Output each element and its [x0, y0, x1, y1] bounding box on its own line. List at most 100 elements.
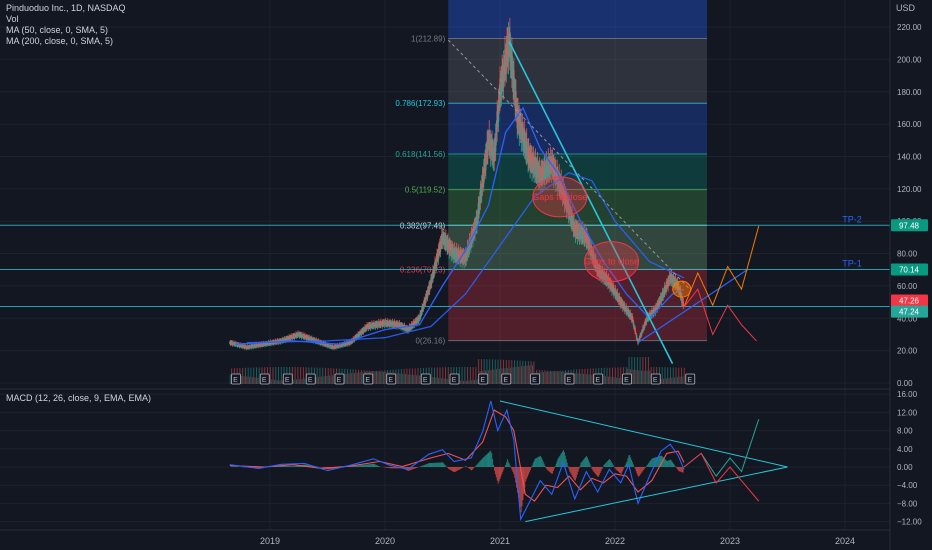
macd-histogram-bar	[364, 464, 366, 467]
macd-histogram-bar	[585, 457, 586, 467]
volume-bar	[634, 357, 636, 384]
macd-histogram-bar	[609, 460, 611, 467]
volume-bar	[646, 370, 648, 384]
volume-bar	[293, 379, 295, 384]
volume-bar	[578, 369, 580, 384]
macd-histogram-bar	[494, 467, 496, 475]
macd-histogram-bar	[593, 467, 595, 472]
macd-histogram-bar	[546, 467, 548, 470]
volume-bar	[436, 367, 438, 384]
macd-histogram-bar	[666, 461, 668, 467]
indicator-ma200[interactable]: MA (200, close, 0, SMA, 5)	[6, 36, 126, 47]
volume-bar	[585, 374, 587, 384]
macd-histogram-bar	[448, 467, 450, 470]
volume-bar	[418, 375, 420, 384]
macd-histogram-bar	[542, 461, 544, 467]
macd-histogram-bar	[640, 467, 642, 475]
volume-bar	[410, 374, 412, 384]
macd-histogram-bar	[287, 465, 288, 467]
volume-bar	[515, 366, 517, 384]
macd-histogram-bar	[651, 458, 653, 467]
macd-histogram-bar	[292, 466, 294, 467]
macd-histogram-bar	[469, 467, 471, 469]
macd-histogram-bar	[567, 465, 569, 467]
macd-histogram-bar	[465, 466, 467, 467]
volume-bar	[319, 367, 321, 384]
macd-histogram-bar	[543, 463, 545, 467]
price-axis-tick: 160.00	[897, 120, 922, 129]
macd-histogram-bar	[519, 467, 521, 508]
macd-histogram-bar	[505, 464, 506, 467]
macd-histogram-bar	[594, 467, 596, 473]
volume-bar	[469, 367, 471, 384]
macd-histogram-bar	[526, 467, 528, 480]
indicator-vol[interactable]: Vol	[6, 14, 126, 25]
macd-histogram-bar	[666, 460, 667, 467]
volume-bar	[402, 373, 404, 384]
volume-bar	[300, 367, 302, 384]
macd-histogram-bar	[450, 467, 452, 471]
macd-histogram-bar	[366, 464, 368, 467]
macd-histogram-bar	[357, 465, 359, 467]
price-axis-tick: 220.00	[897, 23, 922, 32]
volume-bar	[609, 367, 611, 384]
macd-histogram-bar	[574, 467, 576, 481]
macd-histogram-bar	[524, 467, 526, 488]
macd-histogram-bar	[233, 466, 235, 467]
volume-bar	[344, 368, 346, 384]
macd-histogram-bar	[499, 467, 501, 479]
time-axis-tick: 2022	[605, 536, 625, 546]
macd-histogram-bar	[322, 467, 324, 468]
indicator-ma50[interactable]: MA (50, close, 0, SMA, 5)	[6, 25, 126, 36]
macd-histogram-bar	[470, 467, 471, 470]
macd-histogram-bar	[558, 457, 560, 467]
volume-bar	[636, 357, 638, 384]
macd-histogram-bar	[549, 467, 551, 472]
price-axis-tick: 140.00	[897, 152, 922, 161]
tp-label: TP-1	[842, 259, 862, 269]
volume-bar	[489, 359, 491, 384]
macd-histogram-bar	[615, 467, 617, 470]
volume-bar	[229, 374, 231, 384]
macd-histogram-bar	[495, 467, 497, 478]
volume-bar	[295, 379, 297, 384]
macd-histogram-bar	[486, 454, 488, 467]
macd-histogram-bar	[532, 463, 534, 467]
volume-bar	[676, 377, 678, 384]
macd-histogram-bar	[611, 463, 613, 467]
macd-title[interactable]: MACD (12, 26, close, 9, EMA, EMA)	[6, 393, 151, 404]
volume-bar	[497, 359, 499, 384]
volume-bar	[493, 369, 495, 384]
price-chart-svg[interactable]: 1(212.89) 0.786(172.93) 0.618(141.56) 0.5(1…	[0, 0, 932, 550]
macd-histogram-bar	[449, 467, 451, 470]
macd-histogram-bar	[482, 458, 483, 467]
macd-histogram-bar	[531, 465, 533, 467]
volume-bar	[476, 379, 478, 384]
time-axis-tick: 2023	[720, 536, 740, 546]
macd-histogram-bar	[285, 465, 287, 467]
macd-histogram-bar	[387, 467, 389, 468]
volume-bar	[464, 367, 466, 384]
macd-histogram-bar	[480, 460, 482, 467]
macd-histogram-bar	[669, 459, 671, 467]
macd-histogram-bar	[445, 465, 447, 467]
volume-bar	[302, 367, 304, 384]
macd-histogram-bar	[458, 467, 460, 471]
volume-bar	[511, 360, 513, 384]
volume-bar	[329, 375, 331, 384]
symbol-title[interactable]: Pinduoduo Inc., 1D, NASDAQ	[6, 3, 126, 14]
macd-histogram-bar	[597, 467, 599, 477]
macd-histogram-bar	[586, 456, 587, 467]
volume-bar	[577, 373, 579, 384]
volume-bar	[353, 372, 355, 384]
macd-histogram-bar	[632, 464, 634, 467]
macd-histogram-bar	[580, 462, 582, 467]
volume-bar	[560, 371, 562, 384]
macd-histogram-bar	[605, 462, 607, 467]
volume-bar	[471, 380, 473, 384]
macd-histogram-bar	[678, 467, 679, 471]
macd-histogram-bar	[492, 458, 494, 467]
volume-bar	[642, 357, 644, 384]
macd-histogram-bar	[649, 461, 651, 467]
volume-bar	[360, 370, 362, 384]
